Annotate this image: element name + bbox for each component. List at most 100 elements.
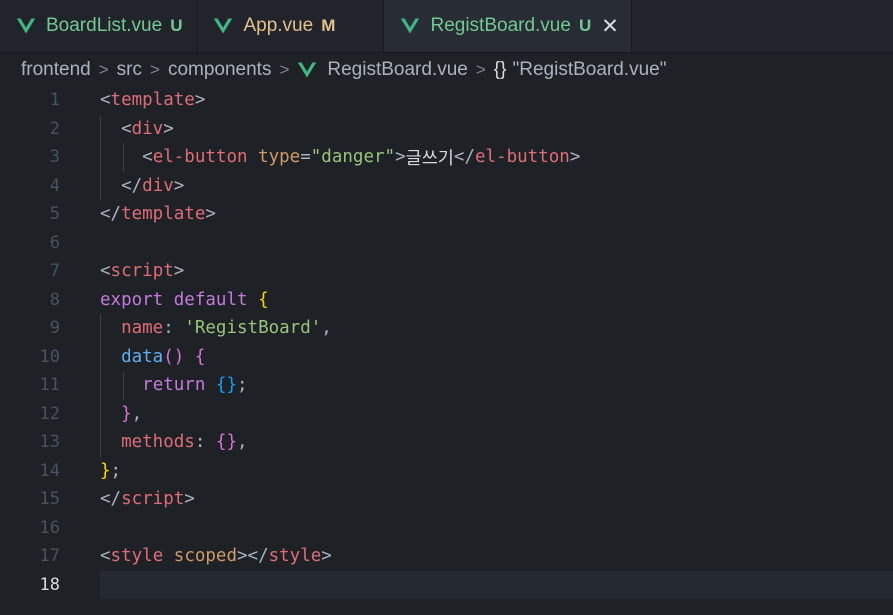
- code-token: </: [100, 204, 122, 225]
- code-token: ,: [237, 432, 248, 453]
- code-line[interactable]: 17 < style scoped ></style >: [0, 542, 893, 571]
- code-text: },: [100, 399, 893, 428]
- code-token: data: [121, 346, 164, 367]
- code-line[interactable]: 10 data() {: [0, 342, 893, 371]
- code-token: </: [453, 147, 475, 168]
- code-line[interactable]: 13 methods: {},: [0, 428, 893, 457]
- indent-guide: [100, 171, 101, 200]
- tab-app-vue[interactable]: App.vue M: [197, 0, 385, 52]
- indent-guide: [100, 399, 101, 428]
- code-line[interactable]: 7 < script >: [0, 257, 893, 286]
- line-number: 11: [39, 375, 60, 396]
- code-token: 'RegistBoard': [184, 318, 322, 339]
- code-text: < div >: [100, 114, 893, 143]
- vue-file-icon: [297, 60, 317, 80]
- breadcrumb-item-src[interactable]: src: [117, 59, 142, 81]
- tab-registboard-vue[interactable]: RegistBoard.vue U ✕: [384, 0, 633, 52]
- code-line[interactable]: 15 </script >: [0, 485, 893, 514]
- code-token: <: [100, 118, 132, 139]
- code-token: template: [121, 204, 206, 225]
- code-line[interactable]: 1 < template >: [0, 86, 893, 115]
- chevron-right-icon: >: [279, 60, 290, 79]
- vue-file-icon: [400, 16, 420, 36]
- line-number: 12: [39, 403, 60, 424]
- code-token: ;: [237, 375, 248, 396]
- code-token: :: [163, 318, 185, 339]
- code-token: style: [268, 546, 322, 567]
- line-number: 16: [39, 517, 60, 538]
- indent-guide: [100, 114, 101, 143]
- code-token: <: [100, 546, 111, 567]
- code-text: };: [100, 457, 893, 486]
- code-token: <: [100, 90, 111, 111]
- code-token: return: [142, 375, 206, 396]
- chevron-right-icon: >: [475, 60, 486, 79]
- code-line[interactable]: 12 },: [0, 399, 893, 428]
- code-line[interactable]: 11 return {};: [0, 371, 893, 400]
- tab-label: App.vue: [243, 15, 314, 36]
- code-token: ,: [131, 403, 143, 424]
- code-text: export default {: [100, 286, 893, 315]
- code-token: }: [121, 403, 132, 424]
- line-number: 3: [49, 147, 60, 168]
- code-token: >: [194, 90, 206, 111]
- breadcrumb-item-frontend[interactable]: frontend: [21, 59, 91, 81]
- code-text: < script >: [100, 257, 893, 286]
- close-tab-icon[interactable]: ✕: [601, 14, 619, 39]
- git-status-badge: M: [321, 16, 336, 35]
- code-token: export: [100, 289, 164, 310]
- line-number: 5: [49, 204, 60, 225]
- line-number: 7: [49, 261, 60, 282]
- breadcrumb-item-file[interactable]: RegistBoard.vue: [327, 59, 467, 81]
- code-line[interactable]: 2 < div >: [0, 114, 893, 143]
- code-token: >: [173, 175, 185, 196]
- code-token: div: [142, 175, 174, 196]
- code-line[interactable]: 5 </template >: [0, 200, 893, 229]
- code-text: data() {: [100, 342, 893, 371]
- line-number: 1: [49, 90, 60, 111]
- code-token: <: [100, 147, 153, 168]
- code-text: </script >: [100, 485, 893, 514]
- breadcrumb-item-components[interactable]: components: [168, 59, 272, 81]
- line-number: 13: [39, 432, 60, 453]
- code-editor[interactable]: 1 < template >2 < div >3 < el-button type = "dan…: [0, 87, 893, 615]
- code-token: >: [321, 546, 332, 567]
- code-token: ,: [321, 318, 332, 339]
- code-line[interactable]: 4 </div >: [0, 171, 893, 200]
- line-number: 4: [49, 175, 60, 196]
- line-number: 6: [49, 232, 60, 253]
- git-status-badge: U: [578, 16, 592, 35]
- code-line[interactable]: 16: [0, 514, 893, 543]
- tab-boardlist-vue[interactable]: BoardList.vue U: [0, 0, 198, 52]
- code-token: >: [395, 147, 406, 168]
- code-line[interactable]: 9 name: 'RegistBoard',: [0, 314, 893, 343]
- code-line[interactable]: 3 < el-button type = "danger" > 글쓰기 </el-butto…: [0, 143, 893, 172]
- code-line[interactable]: 8 export default {: [0, 286, 893, 315]
- editor-tab-bar: BoardList.vue U App.vue M RegistBoard.vu…: [0, 0, 893, 53]
- code-token: name: [121, 318, 164, 339]
- line-number: 18: [39, 574, 60, 595]
- code-line[interactable]: 6: [0, 229, 893, 258]
- indent-guide: [100, 314, 101, 343]
- code-token: >: [173, 261, 185, 282]
- code-token: methods: [121, 432, 195, 453]
- tab-label: BoardList.vue: [46, 15, 163, 36]
- code-token: "danger": [310, 147, 396, 168]
- code-text: < style scoped ></style >: [100, 542, 893, 571]
- code-line[interactable]: 14};: [0, 457, 893, 486]
- code-line[interactable]: 18: [0, 570, 893, 599]
- tab-label: RegistBoard.vue: [430, 15, 571, 36]
- breadcrumb-item-symbol[interactable]: "RegistBoard.vue": [513, 59, 667, 81]
- indent-guide: [100, 428, 101, 457]
- code-token: }: [100, 460, 111, 481]
- code-token: el-button: [475, 147, 570, 168]
- breadcrumb: frontend > src > components > RegistBoar…: [0, 53, 893, 87]
